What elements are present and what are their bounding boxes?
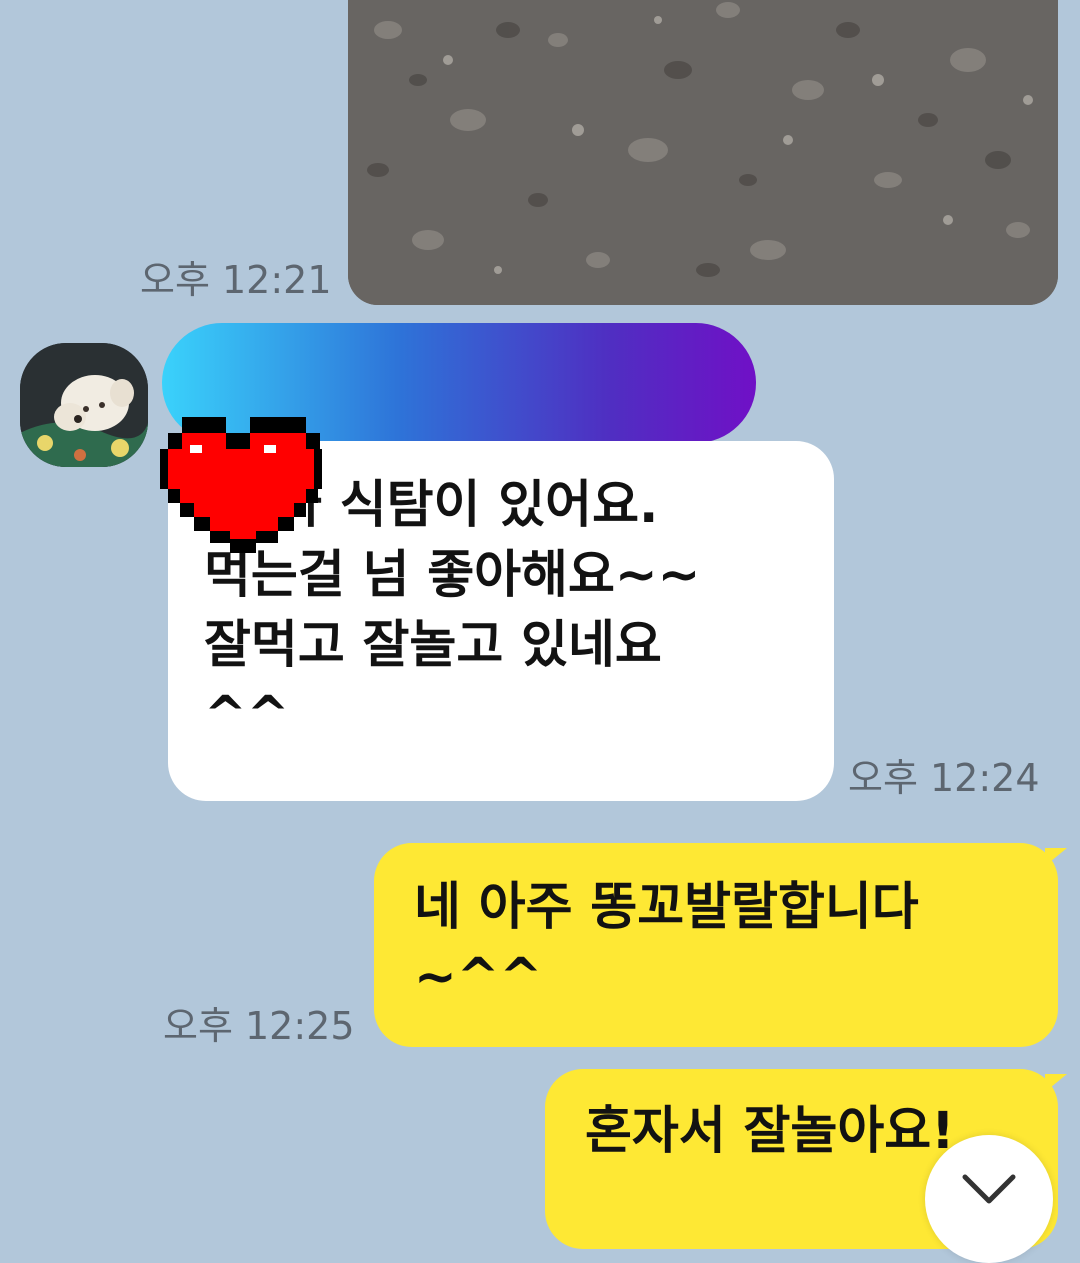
message-time: 오후 12:24 <box>848 756 1040 800</box>
message-time: 오후 12:25 <box>163 1004 355 1048</box>
outgoing-message-bubble[interactable]: 네 아주 똥꼬발랄합니다 ~^^ <box>374 843 1058 1047</box>
profile-avatar[interactable] <box>20 343 148 467</box>
pixel-heart-icon <box>160 417 322 553</box>
scroll-to-bottom-button[interactable] <box>925 1135 1053 1263</box>
message-time: 오후 12:21 <box>140 258 332 302</box>
dog-avatar-icon <box>20 343 148 467</box>
bubble-tail <box>1045 1074 1067 1092</box>
bubble-tail <box>1045 848 1067 866</box>
photo-message[interactable] <box>348 0 1058 305</box>
message-text: 네 아주 똥꼬발랄합니다 ~^^ <box>414 878 919 1007</box>
photo-image <box>348 0 1058 305</box>
